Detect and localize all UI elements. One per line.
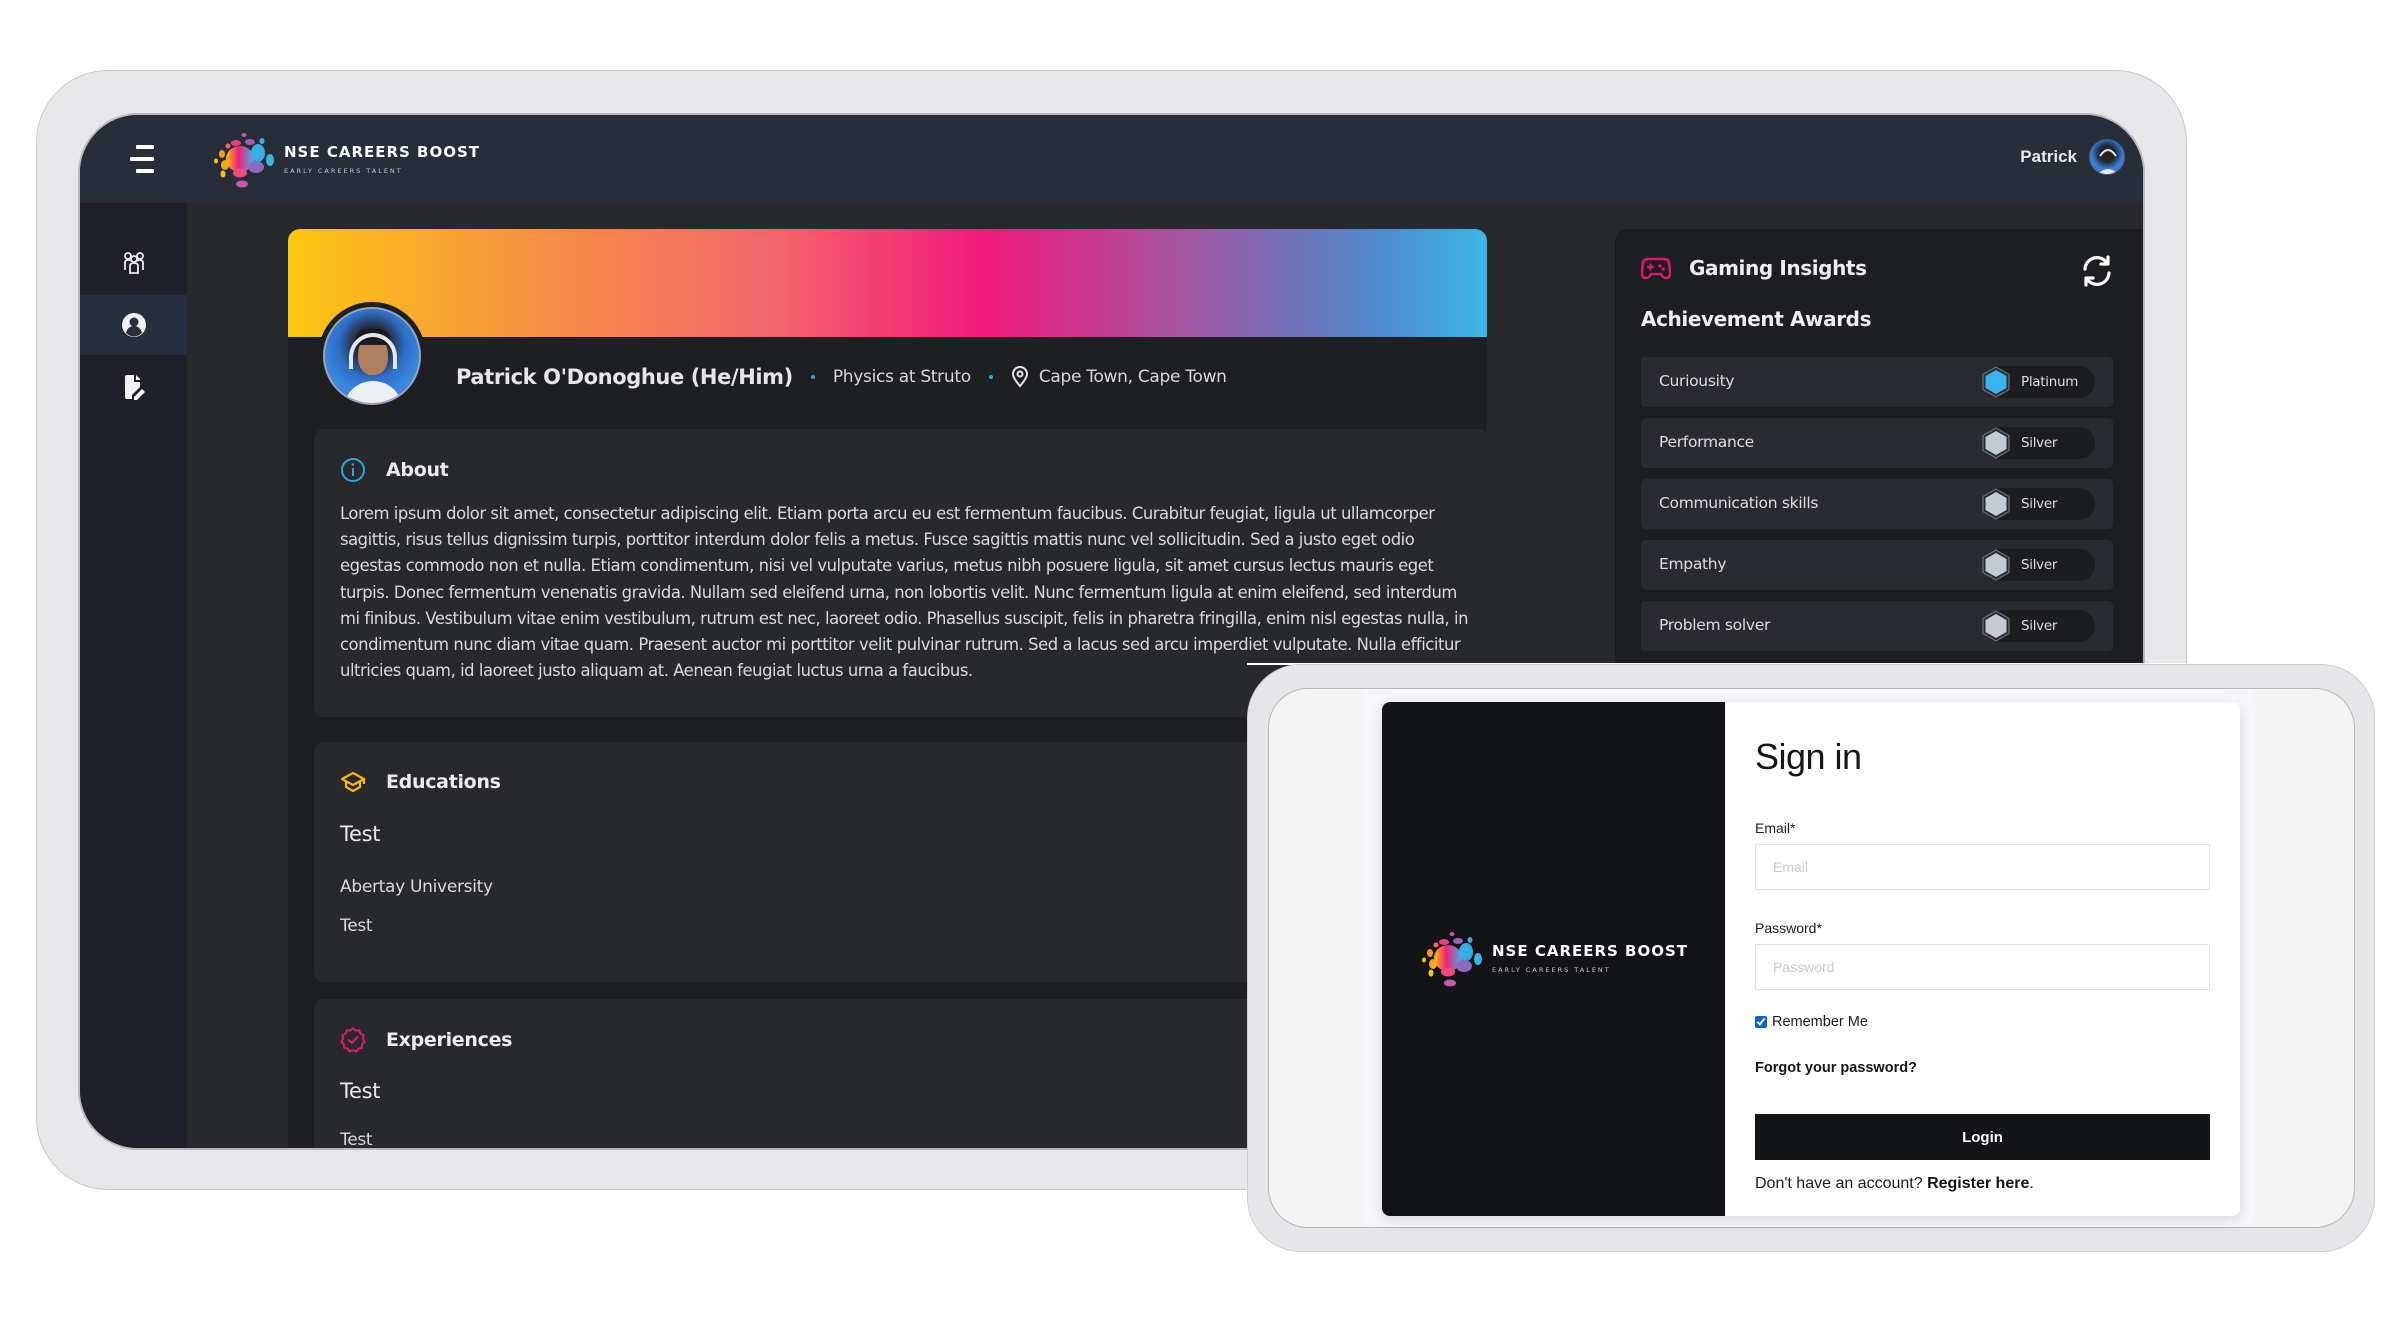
award-label: Communication skills bbox=[1659, 494, 1819, 512]
award-row: Performance Silver bbox=[1641, 418, 2113, 468]
brand-logo-icon bbox=[1422, 932, 1482, 987]
top-navbar: NSE CAREERS BOOST EARLY CAREERS TALENT P… bbox=[80, 115, 2143, 203]
educations-title: Educations bbox=[386, 771, 501, 793]
document-edit-icon bbox=[124, 375, 145, 400]
signin-title: Sign in bbox=[1755, 736, 1862, 777]
award-level: Silver bbox=[2021, 435, 2058, 451]
experience-entry-title: Test bbox=[340, 1079, 381, 1103]
award-level: Silver bbox=[2021, 557, 2058, 573]
profile-banner bbox=[288, 229, 1487, 337]
user-avatar[interactable] bbox=[2089, 139, 2125, 175]
profile-name: Patrick O'Donoghue (He/Him) bbox=[456, 365, 793, 389]
remember-me-option[interactable]: Remember Me bbox=[1755, 1014, 1868, 1030]
profile-avatar[interactable] bbox=[318, 302, 426, 410]
award-level-badge: Silver bbox=[1982, 610, 2095, 642]
profile-photo bbox=[323, 307, 421, 405]
login-button[interactable]: Login bbox=[1755, 1114, 2210, 1160]
email-label: Email* bbox=[1755, 820, 1796, 836]
award-level: Silver bbox=[2021, 496, 2058, 512]
education-entry-detail: Test bbox=[340, 916, 373, 936]
brand-logo-link[interactable]: NSE CAREERS BOOST EARLY CAREERS TALENT bbox=[210, 131, 481, 188]
refresh-button[interactable] bbox=[2079, 253, 2115, 289]
menu-toggle-button[interactable] bbox=[130, 145, 154, 173]
login-form: Sign in Email* Password* Remember Me For… bbox=[1725, 702, 2240, 1216]
remember-me-checkbox[interactable] bbox=[1755, 1016, 1767, 1028]
login-card: NSE CAREERS BOOST EARLY CAREERS TALENT S… bbox=[1382, 702, 2240, 1216]
avatar-photo-icon bbox=[2097, 147, 2119, 174]
user-name: Patrick bbox=[2020, 147, 2077, 166]
sidebar-item-profile[interactable] bbox=[80, 295, 187, 355]
separator-dot bbox=[988, 375, 993, 379]
register-link[interactable]: Register here bbox=[1927, 1175, 2029, 1192]
remember-me-label: Remember Me bbox=[1772, 1014, 1868, 1030]
register-prompt: Don't have an account? Register here. bbox=[1755, 1175, 2034, 1192]
award-row: Empathy Silver bbox=[1641, 540, 2113, 590]
award-level: Silver bbox=[2021, 618, 2058, 634]
award-label: Curiousity bbox=[1659, 372, 1735, 390]
award-level-badge: Silver bbox=[1982, 488, 2095, 520]
user-circle-icon bbox=[121, 313, 146, 337]
verified-badge-icon bbox=[340, 1027, 366, 1053]
achievement-awards-title: Achievement Awards bbox=[1641, 307, 1872, 331]
experiences-title: Experiences bbox=[386, 1029, 513, 1051]
graduation-cap-icon bbox=[340, 771, 366, 793]
hexagon-medal-icon bbox=[1982, 427, 2010, 459]
login-brand-pane: NSE CAREERS BOOST EARLY CAREERS TALENT bbox=[1382, 702, 1725, 1216]
education-entry-title: Test bbox=[340, 822, 381, 846]
location-pin-icon bbox=[1011, 366, 1029, 388]
forgot-password-link[interactable]: Forgot your password? bbox=[1755, 1060, 1917, 1076]
user-menu[interactable]: Patrick bbox=[2020, 139, 2125, 175]
hexagon-medal-icon bbox=[1982, 549, 2010, 581]
hexagon-medal-icon bbox=[1982, 488, 2010, 520]
brand-title: NSE CAREERS BOOST bbox=[284, 143, 481, 161]
brand-logo-icon bbox=[214, 133, 274, 188]
separator-dot bbox=[810, 375, 815, 379]
sidebar bbox=[80, 203, 187, 1148]
award-row: Curiousity Platinum bbox=[1641, 357, 2113, 407]
login-brand-subtitle: EARLY CAREERS TALENT bbox=[1492, 966, 1611, 974]
gamepad-icon bbox=[1641, 257, 1671, 280]
award-row: Problem solver Silver bbox=[1641, 601, 2113, 651]
sidebar-item-community[interactable] bbox=[80, 233, 187, 293]
users-group-icon bbox=[123, 252, 144, 274]
password-label: Password* bbox=[1755, 920, 1822, 936]
info-icon bbox=[341, 458, 365, 482]
login-brand-title: NSE CAREERS BOOST bbox=[1492, 942, 1689, 960]
award-label: Problem solver bbox=[1659, 616, 1771, 634]
profile-role: Physics at Struto bbox=[832, 367, 971, 387]
hexagon-medal-icon bbox=[1982, 610, 2010, 642]
about-title: About bbox=[386, 459, 449, 481]
sidebar-item-documents[interactable] bbox=[80, 357, 187, 417]
experience-entry-detail: Test bbox=[340, 1130, 373, 1150]
brand-subtitle: EARLY CAREERS TALENT bbox=[284, 167, 403, 175]
profile-summary: Patrick O'Donoghue (He/Him) Physics at S… bbox=[456, 365, 1227, 389]
password-input[interactable] bbox=[1755, 944, 2210, 990]
award-row: Communication skills Silver bbox=[1641, 479, 2113, 529]
login-brand-logo: NSE CAREERS BOOST EARLY CAREERS TALENT bbox=[1418, 928, 1688, 988]
register-prompt-text: Don't have an account? bbox=[1755, 1175, 1923, 1192]
education-entry-institution: Abertay University bbox=[340, 877, 493, 897]
refresh-icon bbox=[2083, 255, 2111, 287]
award-level-badge: Silver bbox=[1982, 427, 2095, 459]
award-level: Platinum bbox=[2021, 374, 2079, 390]
email-input[interactable] bbox=[1755, 844, 2210, 890]
profile-location: Cape Town, Cape Town bbox=[1038, 367, 1227, 387]
about-text: Lorem ipsum dolor sit amet, consectetur … bbox=[340, 504, 1469, 681]
award-level-badge: Platinum bbox=[1982, 366, 2095, 398]
award-level-badge: Silver bbox=[1982, 549, 2095, 581]
award-label: Empathy bbox=[1659, 555, 1727, 573]
award-label: Performance bbox=[1659, 433, 1754, 451]
hamburger-icon bbox=[136, 145, 154, 149]
gaming-insights-title: Gaming Insights bbox=[1689, 256, 1867, 280]
hexagon-medal-icon bbox=[1982, 366, 2010, 398]
